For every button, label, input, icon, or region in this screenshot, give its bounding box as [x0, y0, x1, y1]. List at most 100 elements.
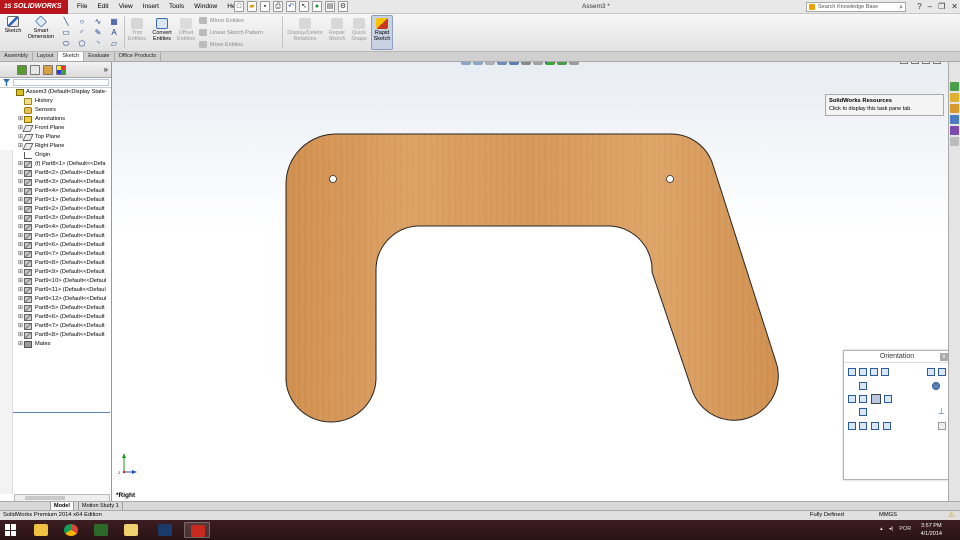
tree-item[interactable]: History — [0, 97, 111, 106]
quick-snaps-button[interactable]: Quick Snaps — [349, 18, 369, 42]
network-icon[interactable]: ▴ — [880, 526, 883, 532]
tree-item[interactable]: ⊞ Part9<9> (Default<<Default — [0, 268, 111, 277]
file-explorer-icon[interactable] — [950, 104, 959, 113]
two-view-horizontal-icon[interactable] — [859, 422, 867, 430]
menu-edit[interactable]: Edit — [92, 0, 113, 14]
top-view-icon[interactable] — [859, 382, 867, 390]
menu-window[interactable]: Window — [189, 0, 222, 14]
single-view-icon[interactable] — [848, 422, 856, 430]
bottom-view-icon[interactable] — [859, 408, 867, 416]
tree-item[interactable]: ⊞ Part9<3> (Default<<Default — [0, 214, 111, 223]
reset-views-icon[interactable] — [881, 368, 889, 376]
search-knowledge-base-input[interactable]: Search Knowledge Base ⌕ — [806, 2, 906, 12]
tree-item[interactable]: ⊞ Part9<4> (Default<<Default — [0, 223, 111, 232]
tree-item[interactable]: ⊞ Annotations — [0, 115, 111, 124]
arc-icon[interactable]: ◜ — [74, 27, 90, 38]
display-delete-relations-button[interactable]: Display/Delete Relations — [284, 18, 326, 42]
convert-entities-button[interactable]: Convert Entities — [150, 18, 174, 42]
expand-panel-icon[interactable]: » — [104, 65, 108, 74]
fillet-icon[interactable]: ◝ — [90, 38, 106, 49]
volume-icon[interactable]: ◂) — [889, 526, 894, 532]
right-view-icon[interactable] — [871, 394, 881, 404]
sketch-button[interactable]: Sketch — [3, 16, 23, 34]
solidworks-logo[interactable]: 3S SOLIDWORKS — [0, 0, 68, 14]
tree-item[interactable]: ⊞ Part9<8> (Default<<Default — [0, 259, 111, 268]
open-folder-icon[interactable]: ▰ — [247, 1, 257, 12]
view-selector-icon[interactable] — [927, 368, 935, 376]
isometric-view-icon[interactable] — [932, 382, 940, 390]
taskbar-file-explorer[interactable] — [28, 522, 54, 538]
expand-toggle-icon[interactable]: ⊞ — [18, 331, 23, 340]
view-palette-icon[interactable] — [950, 115, 959, 124]
lock-view-icon[interactable] — [938, 368, 946, 376]
rapid-sketch-button[interactable]: Rapid Sketch — [371, 18, 393, 42]
close-icon[interactable]: ✕ — [951, 1, 958, 13]
two-view-vertical-icon[interactable] — [871, 422, 879, 430]
expand-toggle-icon[interactable]: ⊞ — [18, 214, 23, 223]
file-properties-icon[interactable]: ▤ — [325, 1, 335, 12]
tree-item[interactable]: ⊞ Part8<3> (Default<<Default — [0, 178, 111, 187]
windows-start-icon[interactable] — [5, 524, 17, 536]
link-views-icon[interactable] — [938, 422, 946, 430]
expand-toggle-icon[interactable]: ⊞ — [18, 322, 23, 331]
expand-toggle-icon[interactable]: ⊞ — [18, 196, 23, 205]
minimize-icon[interactable]: – — [928, 1, 932, 13]
tree-item[interactable]: ⊞ Right Plane — [0, 142, 111, 151]
undo-icon[interactable]: ↶ — [286, 1, 296, 12]
select-icon[interactable]: ↖ — [299, 1, 309, 12]
slot-icon[interactable]: ⬭ — [58, 38, 74, 49]
taskbar-photoshop[interactable] — [152, 522, 178, 538]
tree-item[interactable]: ⊞ Part9<10> (Default<<Defaul — [0, 277, 111, 286]
tree-item[interactable]: ⊞ Part9<5> (Default<<Default — [0, 232, 111, 241]
expand-toggle-icon[interactable]: ⊞ — [18, 304, 23, 313]
taskbar-solidworks[interactable] — [184, 522, 210, 538]
left-view-icon[interactable] — [848, 395, 856, 403]
tree-item[interactable]: ⊞ Top Plane — [0, 133, 111, 142]
repair-sketch-button[interactable]: Repair Sketch — [326, 18, 348, 42]
feature-tree-icon[interactable] — [17, 65, 27, 75]
tree-item[interactable]: Sensors — [0, 106, 111, 115]
expand-toggle-icon[interactable]: ⊞ — [18, 250, 23, 259]
offset-entities-button[interactable]: Offset Entities — [175, 18, 197, 42]
tree-item[interactable]: ⊞ (f) Part8<1> (Default<<Defa — [0, 160, 111, 169]
tree-item[interactable]: ⊞ Front Plane — [0, 124, 111, 133]
tab-sketch[interactable]: Sketch — [58, 52, 85, 61]
expand-toggle-icon[interactable]: ⊞ — [18, 295, 23, 304]
property-manager-icon[interactable] — [30, 65, 40, 75]
wood-part-model[interactable] — [112, 62, 948, 510]
help-question-icon[interactable]: ? — [917, 1, 921, 13]
back-view-icon[interactable] — [884, 395, 892, 403]
view-pin-icon[interactable] — [848, 368, 856, 376]
tree-item[interactable]: ⊞ Part9<1> (Default<<Default — [0, 196, 111, 205]
expand-toggle-icon[interactable]: ⊞ — [18, 286, 23, 295]
unit-system[interactable]: MMGS — [879, 511, 897, 520]
menu-view[interactable]: View — [114, 0, 138, 14]
expand-toggle-icon[interactable]: ⊞ — [18, 169, 23, 178]
expand-toggle-icon[interactable]: ⊞ — [18, 340, 23, 349]
linear-sketch-pattern-button[interactable]: Linear Sketch Pattern — [199, 29, 263, 36]
menu-file[interactable]: File — [72, 0, 92, 14]
save-icon[interactable]: ▪ — [260, 1, 270, 12]
search-icon[interactable]: ⌕ — [899, 3, 903, 12]
print-icon[interactable]: ⎙ — [273, 1, 283, 12]
expand-toggle-icon[interactable]: ⊞ — [18, 259, 23, 268]
expand-toggle-icon[interactable]: ⊞ — [18, 160, 23, 169]
appearances-icon[interactable] — [950, 126, 959, 135]
menu-tools[interactable]: Tools — [164, 0, 189, 14]
tree-item[interactable]: ⊞ Part9<7> (Default<<Default — [0, 250, 111, 259]
expand-toggle-icon[interactable]: ⊞ — [18, 187, 23, 196]
expand-toggle-icon[interactable]: ⊞ — [18, 178, 23, 187]
tree-item[interactable]: ⊞ Part8<7> (Default<<Default — [0, 322, 111, 331]
design-library-icon[interactable] — [950, 93, 959, 102]
expand-toggle-icon[interactable]: ⊞ — [18, 205, 23, 214]
trim-entities-button[interactable]: Trim Entities — [126, 18, 148, 42]
solidworks-resources-icon[interactable] — [950, 82, 959, 91]
graphics-area[interactable]: SolidWorks Resources Click to display th… — [112, 62, 948, 510]
orientation-close-icon[interactable]: x — [940, 353, 948, 361]
tab-evaluate[interactable]: Evaluate — [84, 52, 115, 61]
expand-toggle-icon[interactable]: ⊞ — [18, 115, 23, 124]
circle-icon[interactable]: ○ — [74, 16, 90, 27]
taskbar-chrome[interactable] — [58, 522, 84, 538]
tab-layout[interactable]: Layout — [33, 52, 59, 61]
filter-input[interactable] — [13, 79, 109, 86]
